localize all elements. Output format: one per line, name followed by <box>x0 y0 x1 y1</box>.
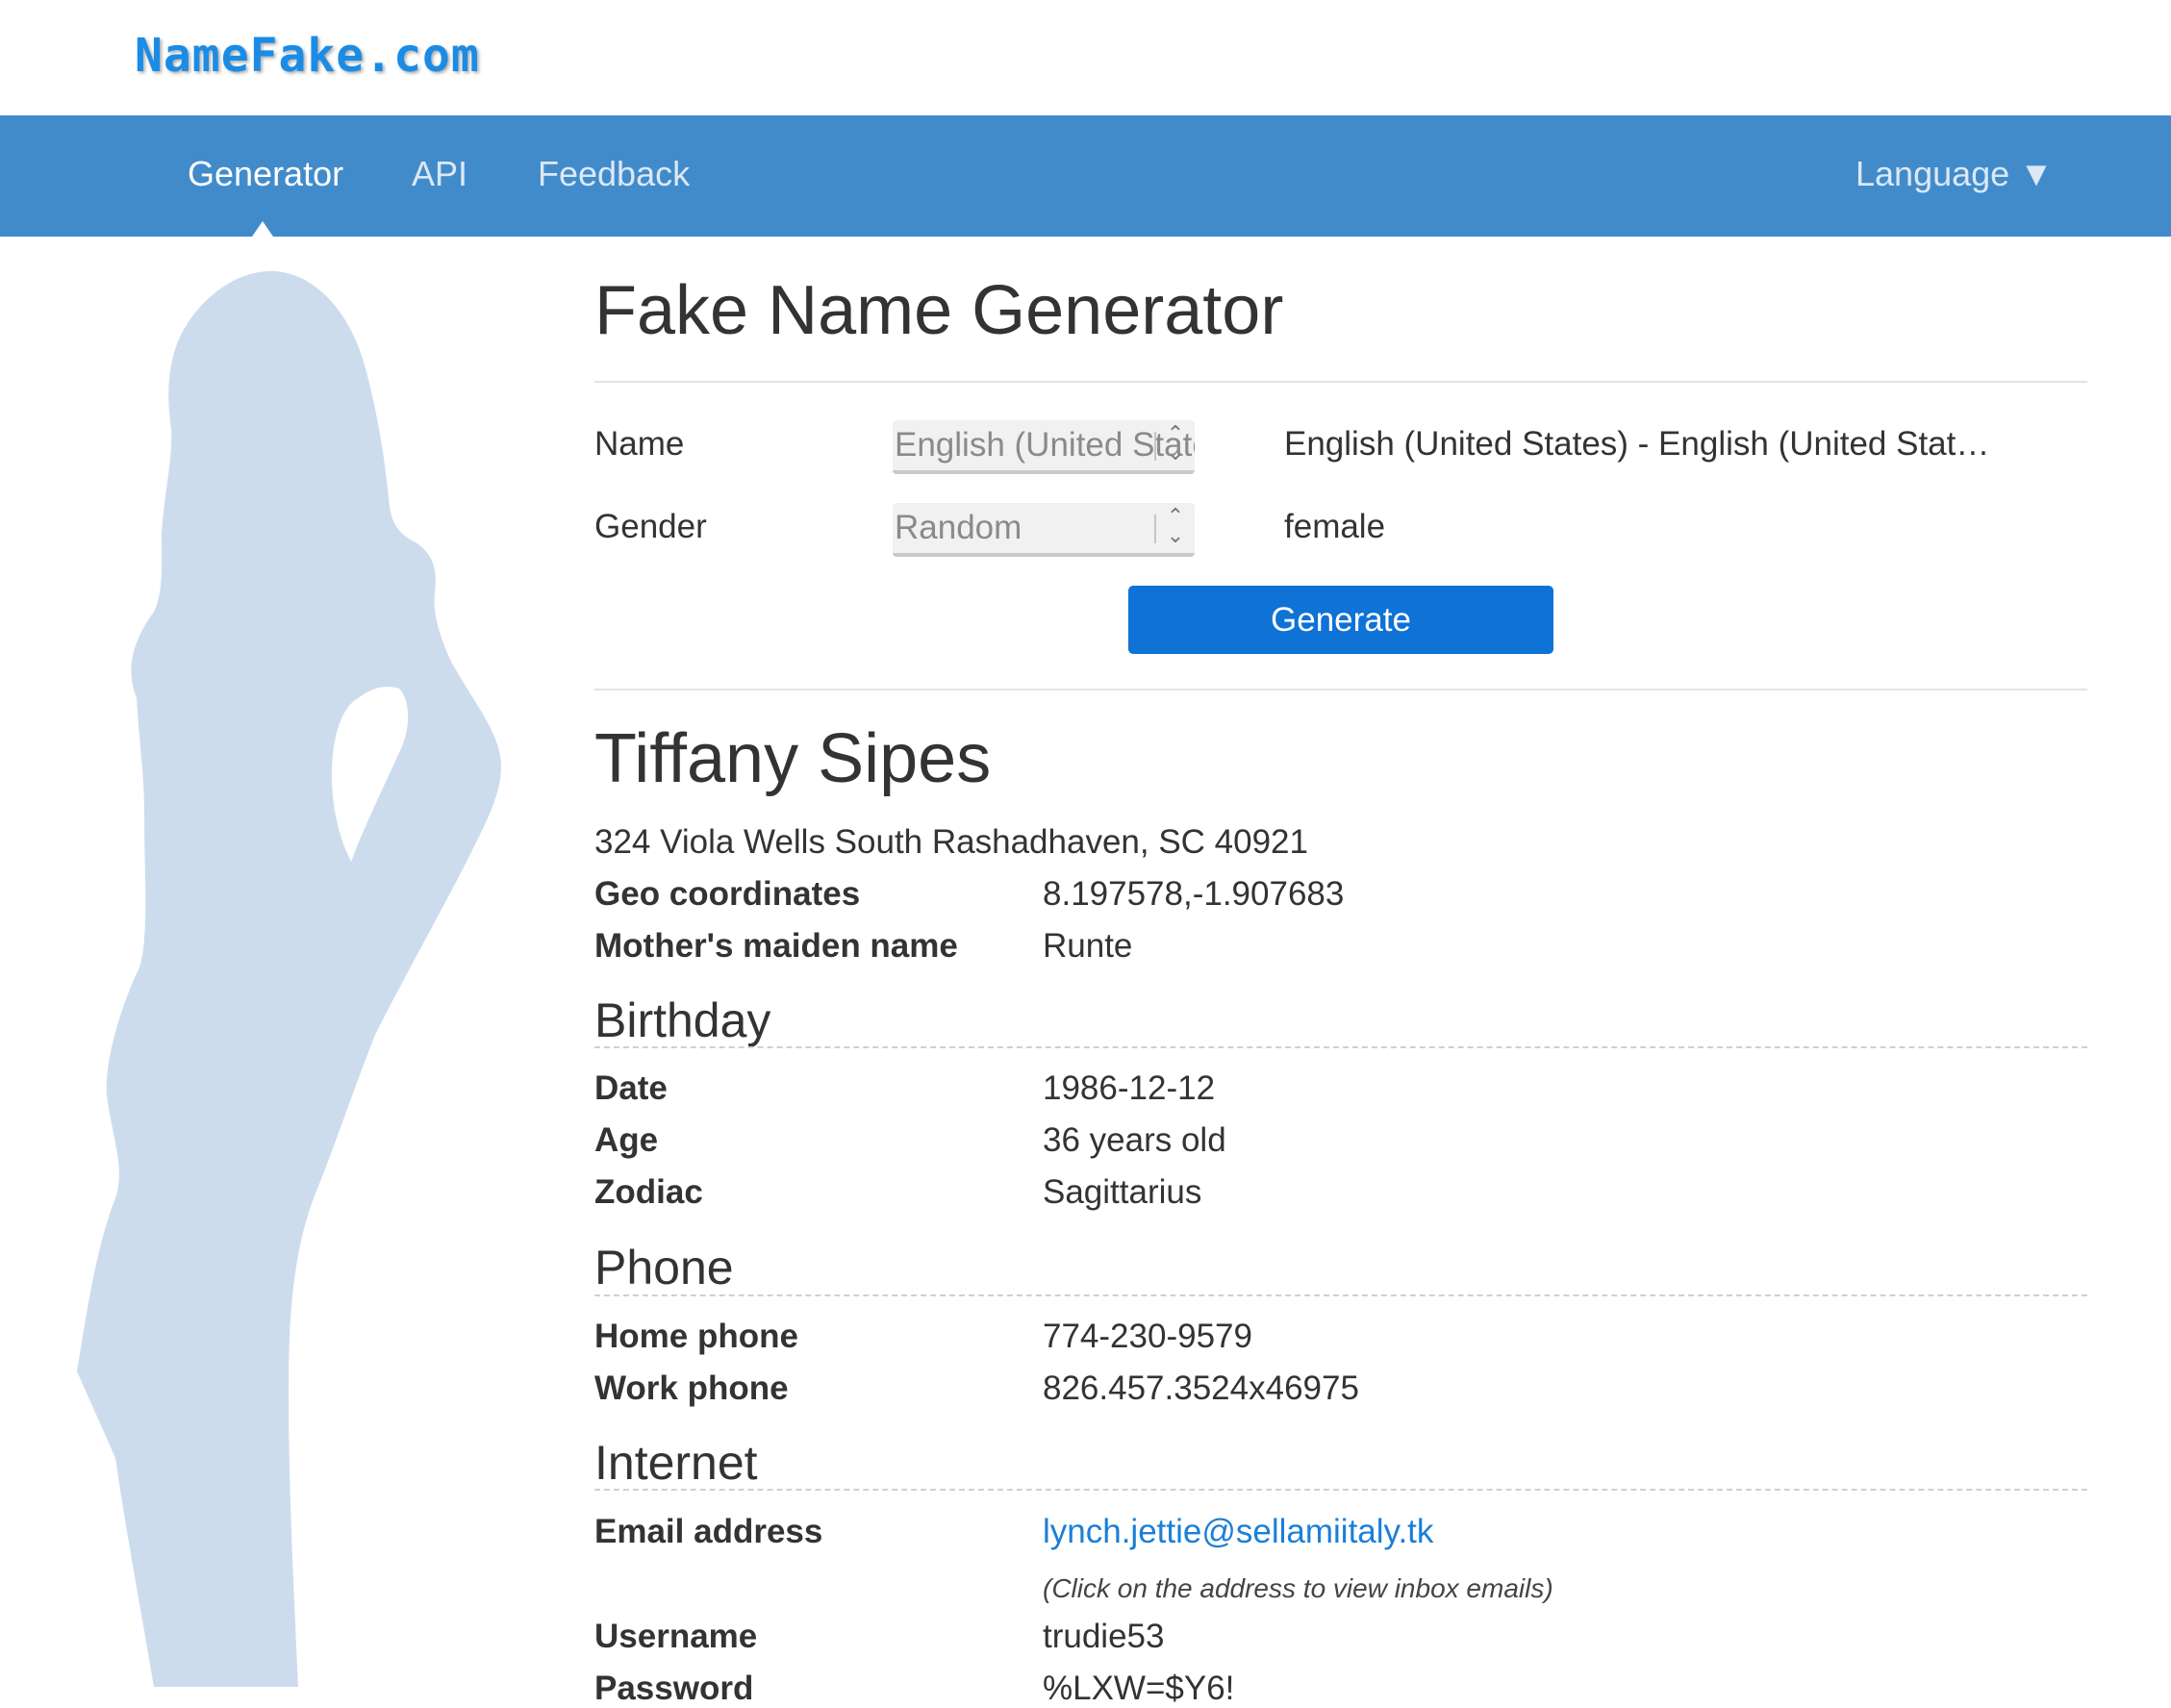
site-header: NameFake.com <box>0 0 2171 115</box>
gender-select[interactable]: Random ⌃ ⌄ <box>893 503 1195 557</box>
age-label: Age <box>594 1121 659 1159</box>
section-divider <box>594 1046 2087 1048</box>
work-phone-label: Work phone <box>594 1369 789 1407</box>
geo-value: 8.197578,-1.907683 <box>1043 875 1345 913</box>
maiden-name-label: Mother's maiden name <box>594 927 958 965</box>
home-phone-value: 774-230-9579 <box>1043 1318 1252 1355</box>
gender-select-value: Random <box>895 509 1022 546</box>
email-note: (Click on the address to view inbox emai… <box>1043 1573 1553 1603</box>
section-divider <box>594 1294 2087 1296</box>
nav-item-generator[interactable]: Generator <box>188 154 343 194</box>
section-title-phone: Phone <box>594 1241 734 1294</box>
site-logo[interactable]: NameFake.com <box>135 29 480 83</box>
caret-up-icon <box>252 221 273 237</box>
work-phone-value: 826.457.3524x46975 <box>1043 1369 1359 1407</box>
up-down-chevron-icon: ⌃ ⌄ <box>1166 504 1185 547</box>
home-phone-label: Home phone <box>594 1318 798 1355</box>
zodiac-label: Zodiac <box>594 1173 703 1211</box>
email-label: Email address <box>594 1513 823 1550</box>
page-title: Fake Name Generator <box>594 272 1284 349</box>
age-value: 36 years old <box>1043 1121 1226 1159</box>
name-selection-text: English (United States) - English (Unite… <box>1284 425 1990 463</box>
select-separator <box>1154 432 1156 461</box>
section-divider <box>594 1489 2087 1491</box>
female-silhouette-illustration <box>77 270 501 1687</box>
password-value: %LXW=$Y6! <box>1043 1670 1235 1707</box>
person-name: Tiffany Sipes <box>594 720 992 797</box>
name-label: Name <box>594 425 685 463</box>
generate-button[interactable]: Generate <box>1128 586 1553 654</box>
section-title-internet: Internet <box>594 1436 758 1490</box>
language-dropdown[interactable]: Language ▼ <box>1855 154 2054 194</box>
person-address: 324 Viola Wells South Rashadhaven, SC 40… <box>594 823 1308 861</box>
username-value: trudie53 <box>1043 1618 1165 1655</box>
main-nav: Generator API Feedback Language ▼ <box>0 115 2171 237</box>
name-select[interactable]: English (United States) ⌃⌄ <box>893 420 1195 474</box>
birth-date-value: 1986-12-12 <box>1043 1069 1216 1107</box>
nav-item-feedback[interactable]: Feedback <box>538 154 690 194</box>
maiden-name-value: Runte <box>1043 927 1133 965</box>
section-title-birthday: Birthday <box>594 993 771 1047</box>
gender-label: Gender <box>594 508 707 545</box>
up-down-chevron-icon: ⌃ ⌄ <box>1166 421 1185 465</box>
select-separator <box>1154 515 1156 543</box>
geo-label: Geo coordinates <box>594 875 861 913</box>
divider <box>594 689 2087 691</box>
email-link[interactable]: lynch.jettie@sellamiitaly.tk <box>1043 1513 1433 1551</box>
divider <box>594 381 2087 383</box>
username-label: Username <box>594 1618 758 1655</box>
gender-selection-text: female <box>1284 508 1386 545</box>
birth-date-label: Date <box>594 1069 668 1107</box>
nav-item-api[interactable]: API <box>412 154 467 194</box>
name-select-value: English (United States) <box>895 426 1195 464</box>
password-label: Password <box>594 1670 754 1707</box>
zodiac-value: Sagittarius <box>1043 1173 1202 1211</box>
